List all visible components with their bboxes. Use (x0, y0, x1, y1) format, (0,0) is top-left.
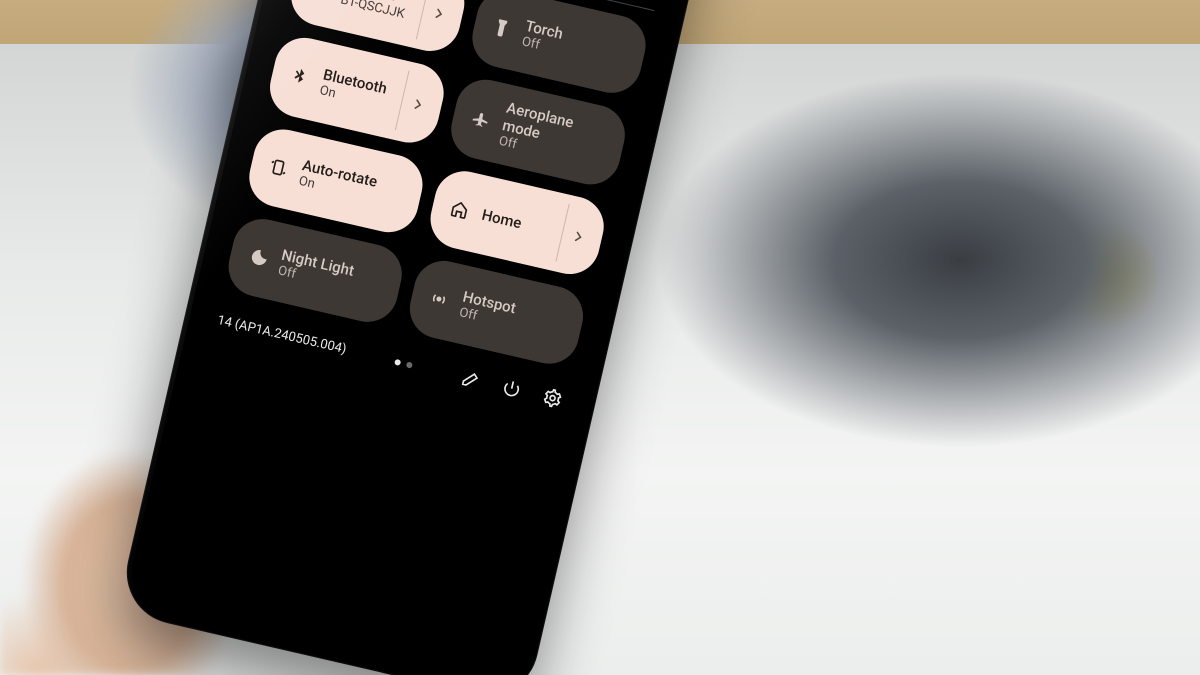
chevron-right-icon[interactable] (399, 63, 438, 146)
chevron-right-icon[interactable] (420, 0, 459, 54)
android-quick-settings-screen: 14:23 Tue, 2 Jul No service (130, 0, 711, 675)
chevron-right-icon[interactable] (559, 196, 598, 277)
rotate-icon (265, 154, 291, 180)
photo-scene: 14:23 Tue, 2 Jul No service (0, 0, 1200, 675)
bluetooth-icon (286, 64, 312, 90)
moon-icon (245, 244, 271, 270)
hotspot-icon (426, 285, 452, 311)
home-icon (447, 196, 473, 222)
edit-icon[interactable] (459, 367, 483, 391)
gear-icon[interactable] (541, 386, 565, 410)
phone: 14:23 Tue, 2 Jul No service (116, 0, 723, 675)
page-indicator (394, 358, 413, 368)
torch-icon (488, 15, 514, 41)
power-icon[interactable] (500, 376, 524, 400)
tile-title: Home (480, 205, 523, 232)
airplane-icon (467, 105, 493, 131)
